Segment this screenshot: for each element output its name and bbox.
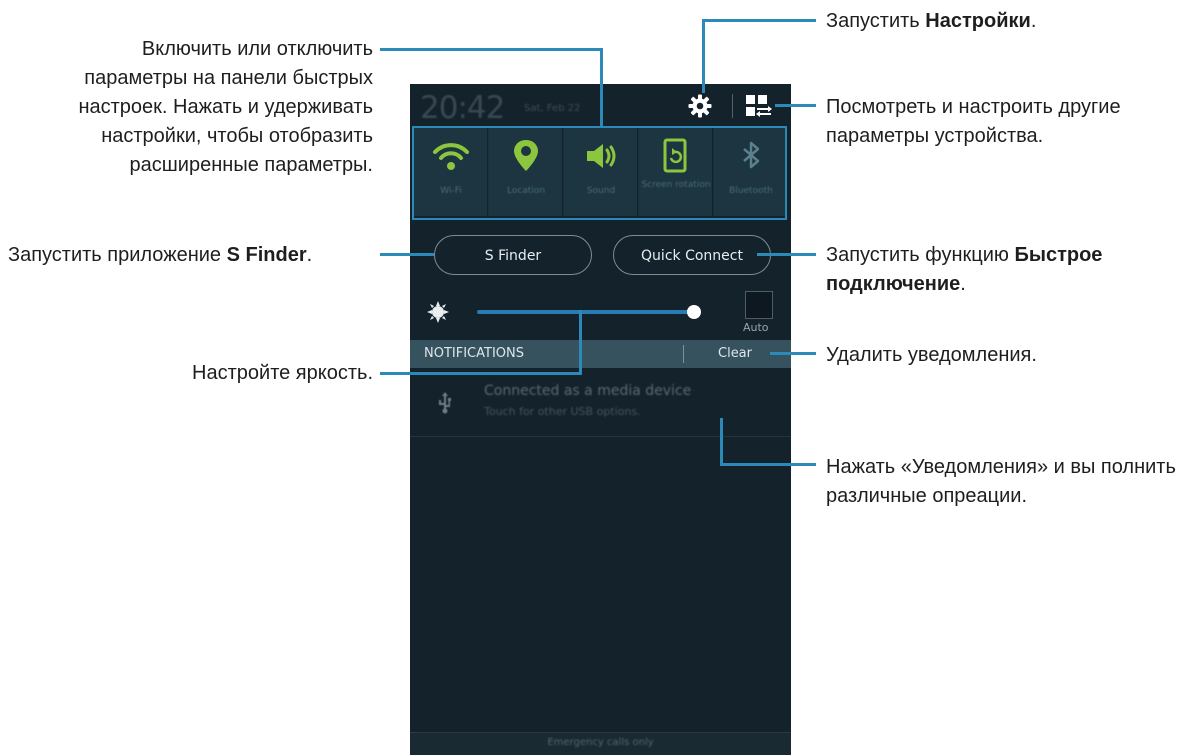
divider [683,345,684,363]
annotation-quick-connect: Запустить функцию Быстрое подключение. [826,241,1186,299]
leader-line [757,253,816,256]
annotation-more-settings: Посмотреть и настроить другие параметры … [826,96,1121,147]
annotation-clear: Удалить уведомления. [826,344,1037,366]
notifications-title: NOTIFICATIONS [424,346,524,361]
leader-line [702,19,816,22]
leader-line [380,48,603,51]
clock: 20:42 [420,90,505,126]
annotation-text: Запустить функцию [826,244,1015,266]
leader-line [702,19,705,93]
annotation-text: . [306,244,313,266]
annotation-bold: S Finder [226,244,307,266]
annotation-quick-settings: Включить или отключить параметры на пане… [78,38,373,176]
highlight-frame [412,126,787,220]
leader-line [380,253,434,256]
divider [732,94,733,118]
leader-line [579,310,582,375]
annotation-bold: Настройки [925,10,1031,32]
footer-bar: Emergency calls only [410,732,791,755]
notification-subtitle: Touch for other USB options. [484,405,641,418]
leader-line [770,352,816,355]
auto-brightness-label: Auto [743,321,769,334]
leader-line [720,463,816,466]
annotation-text: . [1030,10,1037,32]
date: Sat, Feb 22 [524,103,581,114]
brightness-slider[interactable] [477,310,694,314]
leader-line [600,48,603,126]
annotation-settings: Запустить Настройки. [826,7,1186,36]
s-finder-button[interactable]: S Finder [434,235,592,275]
auto-brightness-checkbox[interactable] [745,291,773,319]
brightness-slider-thumb[interactable] [686,305,701,319]
leader-line [775,104,816,107]
annotation-s-finder: Запустить приложение S Finder. [8,241,373,270]
annotation-notifications: Нажать «Уведомления» и вы полнить различ… [826,456,1176,507]
leader-line [720,418,723,466]
leader-line [380,372,582,375]
grid-settings-icon[interactable] [745,94,773,118]
annotation-text: Запустить [826,10,926,32]
annotation-brightness: Настройте яркость. [192,362,373,384]
usb-icon [439,392,451,414]
annotation-text: . [960,273,966,295]
notifications-header: NOTIFICATIONS Clear [410,340,791,368]
quick-connect-button[interactable]: Quick Connect [613,235,771,275]
brightness-icon [427,301,449,323]
emergency-calls-label: Emergency calls only [547,737,654,748]
clear-button[interactable]: Clear [718,346,752,361]
notification-item[interactable]: Connected as a media device Touch for ot… [410,368,791,437]
gear-icon[interactable] [687,93,713,119]
brightness-row: Auto [410,284,791,340]
notification-title: Connected as a media device [484,383,692,399]
annotation-text: Запустить приложение [8,244,227,266]
